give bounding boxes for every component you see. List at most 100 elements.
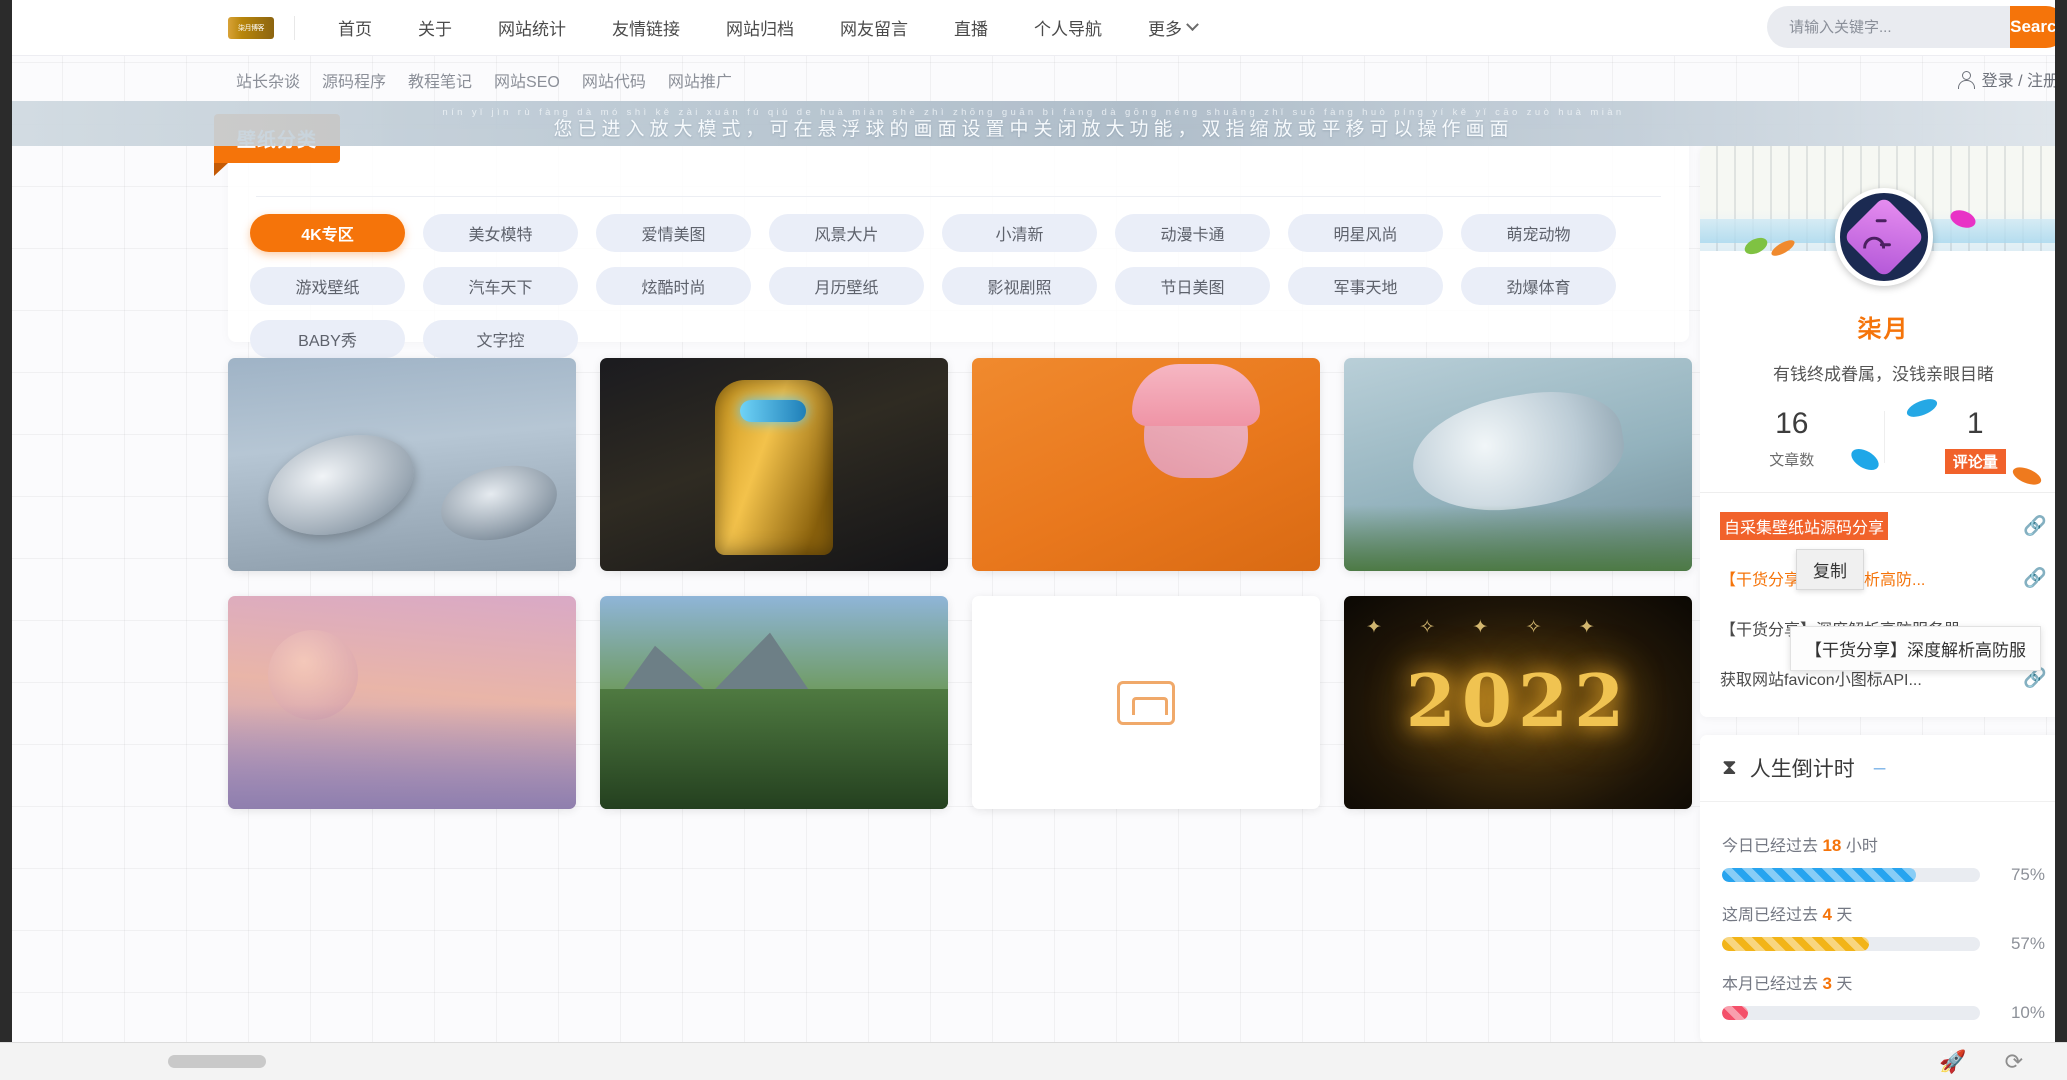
progress-fill-week	[1722, 937, 1870, 951]
refresh-icon[interactable]: ⟳	[2005, 1049, 2023, 1075]
stat-comments-label: 评论量	[1944, 449, 2006, 474]
link-chain-icon[interactable]: 🔗	[2023, 514, 2047, 538]
search-input[interactable]	[1767, 6, 2010, 48]
tag-calendar[interactable]: 月历壁纸	[769, 267, 924, 305]
bottom-bar-icons: 🚀 ⟳	[1939, 1049, 2067, 1075]
countdown-unit-today: 小时	[1845, 838, 1878, 855]
profile-card: 柒月 有钱终成眷属，没钱亲眼目睹 16 文章数 1 评论量 自采集壁纸站源码分享	[1700, 146, 2067, 717]
tag-movie-stills[interactable]: 影视剧照	[942, 267, 1097, 305]
wallpaper-grid	[228, 358, 1696, 809]
pink-clouds-wallpaper[interactable]	[228, 596, 576, 809]
nav-item-more[interactable]: 更多	[1125, 15, 1220, 40]
avatar[interactable]	[1834, 188, 1933, 286]
site-logo[interactable]: 柒月博客	[228, 16, 274, 39]
countdown-prefix-today: 今日已经过去	[1722, 838, 1819, 855]
countdown-prefix-week: 这周已经过去	[1722, 907, 1819, 924]
countdown-label-week: 这周已经过去 4 天	[1722, 901, 2045, 925]
empty-placeholder-thumb[interactable]	[972, 596, 1320, 809]
subnav-item-promo[interactable]: 网站推广	[657, 68, 743, 92]
countdown-value-month: 3	[1822, 974, 1832, 993]
nav-item-more-label: 更多	[1148, 20, 1182, 39]
satellite-dish-wallpaper[interactable]	[228, 358, 576, 571]
minimize-button[interactable]: –	[1874, 756, 1886, 780]
primary-nav: 首页 关于 网站统计 友情链接 网站归档 网友留言 直播 个人导航 更多	[315, 15, 1220, 40]
tag-typography[interactable]: 文字控	[423, 320, 578, 358]
subnav-item-source[interactable]: 源码程序	[311, 68, 397, 92]
countdown-title: 人生倒计时	[1749, 758, 1855, 781]
login-register-link[interactable]: 登录 / 注册	[1957, 67, 2059, 91]
nav-item-archive[interactable]: 网站归档	[703, 15, 817, 40]
countdown-label-month: 本月已经过去 3 天	[1722, 970, 2045, 994]
pink-hair-model-wallpaper[interactable]	[972, 358, 1320, 571]
tag-military[interactable]: 军事天地	[1288, 267, 1443, 305]
countdown-row-week: 57%	[1722, 934, 2045, 954]
tag-4k[interactable]: 4K专区	[250, 214, 405, 252]
nav-item-personal-nav[interactable]: 个人导航	[1011, 15, 1125, 40]
stat-articles: 16 文章数	[1700, 407, 1884, 475]
nav-item-links[interactable]: 友情链接	[589, 15, 703, 40]
article-link-item[interactable]: 自采集壁纸站源码分享 🔗	[1720, 499, 2047, 553]
nav-item-home[interactable]: 首页	[315, 15, 395, 40]
countdown-row-today: 75%	[1722, 865, 2045, 885]
search-box[interactable]: Search	[1767, 6, 2067, 48]
nav-item-stats[interactable]: 网站统计	[475, 15, 589, 40]
confetti-dot	[2009, 463, 2044, 489]
tag-anime[interactable]: 动漫卡通	[1115, 214, 1270, 252]
chevron-down-icon	[1186, 18, 1199, 32]
stat-articles-label: 文章数	[1769, 452, 1815, 469]
tag-celebrity[interactable]: 明星风尚	[1288, 214, 1443, 252]
article-link-item[interactable]: 【干货分享】深度解析高防... 🔗	[1720, 553, 2047, 603]
tag-cars[interactable]: 汽车天下	[423, 267, 578, 305]
category-nav: 站长杂谈 源码程序 教程笔记 网站SEO 网站代码 网站推广	[225, 68, 743, 92]
link-tooltip: 【干货分享】深度解析高防服	[1790, 626, 2041, 671]
life-countdown-card: ⧗ 人生倒计时 – 今日已经过去 18 小时 75% 这周已经过去 4 天 57…	[1700, 735, 2067, 1043]
subnav-item-tutorial[interactable]: 教程笔记	[397, 68, 483, 92]
new-year-2022-wallpaper[interactable]	[1344, 596, 1692, 809]
mountain-waterfall-wallpaper[interactable]	[600, 596, 948, 809]
tag-sports[interactable]: 劲爆体育	[1461, 267, 1616, 305]
countdown-unit-week: 天	[1836, 907, 1853, 924]
nav-item-live[interactable]: 直播	[931, 15, 1011, 40]
tag-holiday[interactable]: 节日美图	[1115, 267, 1270, 305]
user-icon	[1957, 70, 1975, 89]
progress-fill-month	[1722, 1006, 1748, 1020]
stat-comments: 1 评论量	[1883, 395, 2067, 489]
home-indicator[interactable]	[168, 1055, 266, 1068]
tag-game[interactable]: 游戏壁纸	[250, 267, 405, 305]
countdown-pct-today: 75%	[2010, 865, 2045, 884]
subnav-item-seo[interactable]: 网站SEO	[483, 68, 571, 92]
tag-baby[interactable]: BABY秀	[250, 320, 405, 358]
tag-pets[interactable]: 萌宠动物	[1461, 214, 1616, 252]
copy-context-menu[interactable]: 复制	[1796, 549, 1864, 590]
subnav-item-code[interactable]: 网站代码	[571, 68, 657, 92]
countdown-value-week: 4	[1822, 905, 1832, 924]
category-divider	[256, 196, 1661, 197]
profile-body: 柒月 有钱终成眷属，没钱亲眼目睹 16 文章数 1 评论量	[1700, 207, 2067, 493]
tag-fresh[interactable]: 小清新	[942, 214, 1097, 252]
rocket-icon[interactable]: 🚀	[1939, 1049, 1966, 1075]
butterfly-wallpaper[interactable]	[1344, 358, 1692, 571]
device-left-edge	[0, 0, 12, 1042]
nav-item-about[interactable]: 关于	[395, 15, 475, 40]
device-right-edge	[2055, 0, 2067, 1042]
bumblebee-robot-wallpaper[interactable]	[600, 358, 948, 571]
login-register-label: 登录 / 注册	[1981, 73, 2059, 90]
tag-cool-fashion[interactable]: 炫酷时尚	[596, 267, 751, 305]
stat-articles-value: 16	[1775, 407, 1809, 440]
tag-model[interactable]: 美女模特	[423, 214, 578, 252]
subnav-item-zatan[interactable]: 站长杂谈	[225, 68, 311, 92]
countdown-body: 今日已经过去 18 小时 75% 这周已经过去 4 天 57% 本月已经过去 3…	[1700, 802, 2067, 1043]
profile-motto: 有钱终成眷属，没钱亲眼目睹	[1773, 365, 1994, 384]
article-link-text: 自采集壁纸站源码分享	[1720, 512, 1889, 540]
tag-love[interactable]: 爱情美图	[596, 214, 751, 252]
progress-track-today	[1722, 868, 1980, 882]
nav-item-guestbook[interactable]: 网友留言	[817, 15, 931, 40]
countdown-label-today: 今日已经过去 18 小时	[1722, 832, 2045, 856]
countdown-prefix-month: 本月已经过去	[1722, 976, 1819, 993]
link-chain-icon[interactable]: 🔗	[2023, 566, 2047, 590]
countdown-unit-month: 天	[1836, 976, 1853, 993]
tag-landscape[interactable]: 风景大片	[769, 214, 924, 252]
empty-folder-icon	[1117, 680, 1175, 725]
profile-name: 柒月	[1857, 316, 1910, 343]
progress-track-week	[1722, 937, 1980, 951]
